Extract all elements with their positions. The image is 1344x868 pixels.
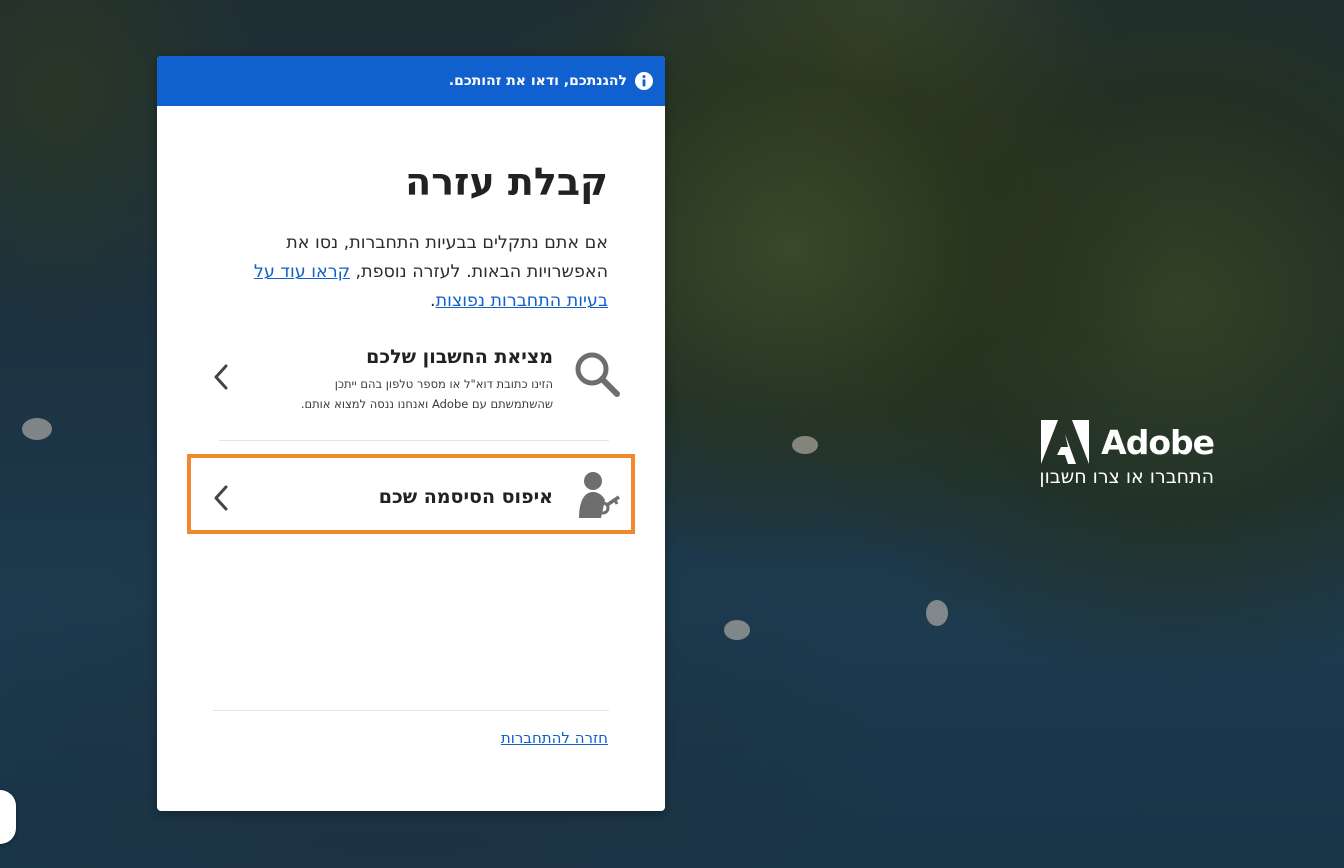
- help-card: להגנתכם, ודאו את זהותכם. קבלת עזרה אם את…: [157, 56, 665, 811]
- options-divider: [219, 440, 609, 441]
- chevron-left-icon: [214, 485, 228, 511]
- back-to-signin-link[interactable]: חזרה להתחברות: [501, 729, 608, 747]
- info-icon: [635, 72, 653, 90]
- swimmer-figure: [926, 600, 948, 626]
- adobe-logo-icon: [1041, 420, 1090, 464]
- verify-banner: להגנתכם, ודאו את זהותכם.: [157, 56, 665, 106]
- magnifier-icon: [575, 352, 620, 397]
- brand-subtitle: התחברו או צרו חשבון: [1039, 466, 1214, 488]
- find-account-title: מציאת החשבון שלכם: [366, 346, 553, 368]
- intro-paragraph: אם אתם נתקלים בבעיות התחברות, נסו את האפ…: [208, 229, 608, 316]
- brand-logo-row: Adobe: [1030, 420, 1215, 464]
- footer-divider: [213, 710, 609, 711]
- swimmer-figure: [792, 436, 818, 454]
- swimmer-figure: [22, 418, 52, 440]
- person-key-icon: [579, 472, 620, 518]
- banner-text: להגנתכם, ודאו את זהותכם.: [448, 73, 627, 89]
- reset-password-title: איפוס הסיסמה שכם: [378, 486, 553, 508]
- find-account-description: הזינו כתובת דוא"ל או מספר טלפון בהם ייתכ…: [300, 377, 553, 411]
- brand-area: Adobe התחברו או צרו חשבון: [1030, 420, 1215, 488]
- swimmer-figure: [724, 620, 750, 640]
- reset-password-option[interactable]: איפוס הסיסמה שכם: [207, 460, 620, 530]
- chevron-left-icon: [214, 364, 228, 390]
- find-account-option[interactable]: מציאת החשבון שלכם הזינו כתובת דוא"ל או מ…: [207, 340, 620, 440]
- page-title: קבלת עזרה: [405, 160, 608, 204]
- help-bubble-button[interactable]: [0, 790, 16, 844]
- brand-name: Adobe: [1101, 422, 1215, 462]
